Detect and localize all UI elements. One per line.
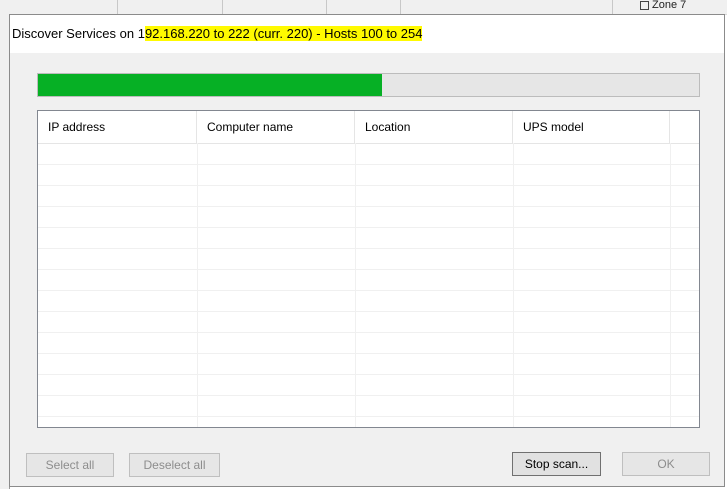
background-column-divider <box>612 0 613 14</box>
column-header-ups-model[interactable]: UPS model <box>513 111 670 143</box>
row-separator <box>38 332 699 333</box>
dialog-titlebar: Discover Services on 192.168.220 to 222 … <box>10 15 724 53</box>
row-separator <box>38 374 699 375</box>
row-separator <box>38 311 699 312</box>
background-zone-item: Zone 7 <box>640 0 686 12</box>
scan-progress-bar <box>37 73 700 97</box>
zone-icon <box>640 0 649 10</box>
select-all-button[interactable]: Select all <box>26 453 114 477</box>
background-app-header: Zone 7 <box>0 0 727 15</box>
list-header: IP address Computer name Location UPS mo… <box>38 111 699 144</box>
stop-scan-button[interactable]: Stop scan... <box>512 452 601 476</box>
column-header-ip-address[interactable]: IP address <box>38 111 197 143</box>
row-separator <box>38 248 699 249</box>
row-separator <box>38 290 699 291</box>
row-separator <box>38 416 699 417</box>
background-column-divider <box>117 0 118 14</box>
background-zone-label: Zone 7 <box>652 0 687 11</box>
dialog-title-highlight: 92.168.220 to 222 (curr. 220) - Hosts 10… <box>144 26 423 41</box>
discover-services-dialog: Discover Services on 192.168.220 to 222 … <box>9 14 725 487</box>
discovered-services-list[interactable]: IP address Computer name Location UPS mo… <box>37 110 700 428</box>
row-separator <box>38 185 699 186</box>
dialog-title: Discover Services on 192.168.220 to 222 … <box>12 26 423 42</box>
column-header-computer-name[interactable]: Computer name <box>197 111 355 143</box>
background-column-divider <box>400 0 401 14</box>
row-separator <box>38 353 699 354</box>
column-header-location[interactable]: Location <box>355 111 513 143</box>
background-column-divider <box>222 0 223 14</box>
row-separator <box>38 227 699 228</box>
deselect-all-button[interactable]: Deselect all <box>129 453 220 477</box>
row-separator <box>38 395 699 396</box>
row-separator <box>38 164 699 165</box>
row-separator <box>38 206 699 207</box>
row-separator <box>38 269 699 270</box>
dialog-title-prefix: Discover Services on 1 <box>12 26 145 41</box>
ok-button[interactable]: OK <box>622 452 710 476</box>
scan-progress-fill <box>38 74 382 96</box>
background-column-divider <box>326 0 327 14</box>
